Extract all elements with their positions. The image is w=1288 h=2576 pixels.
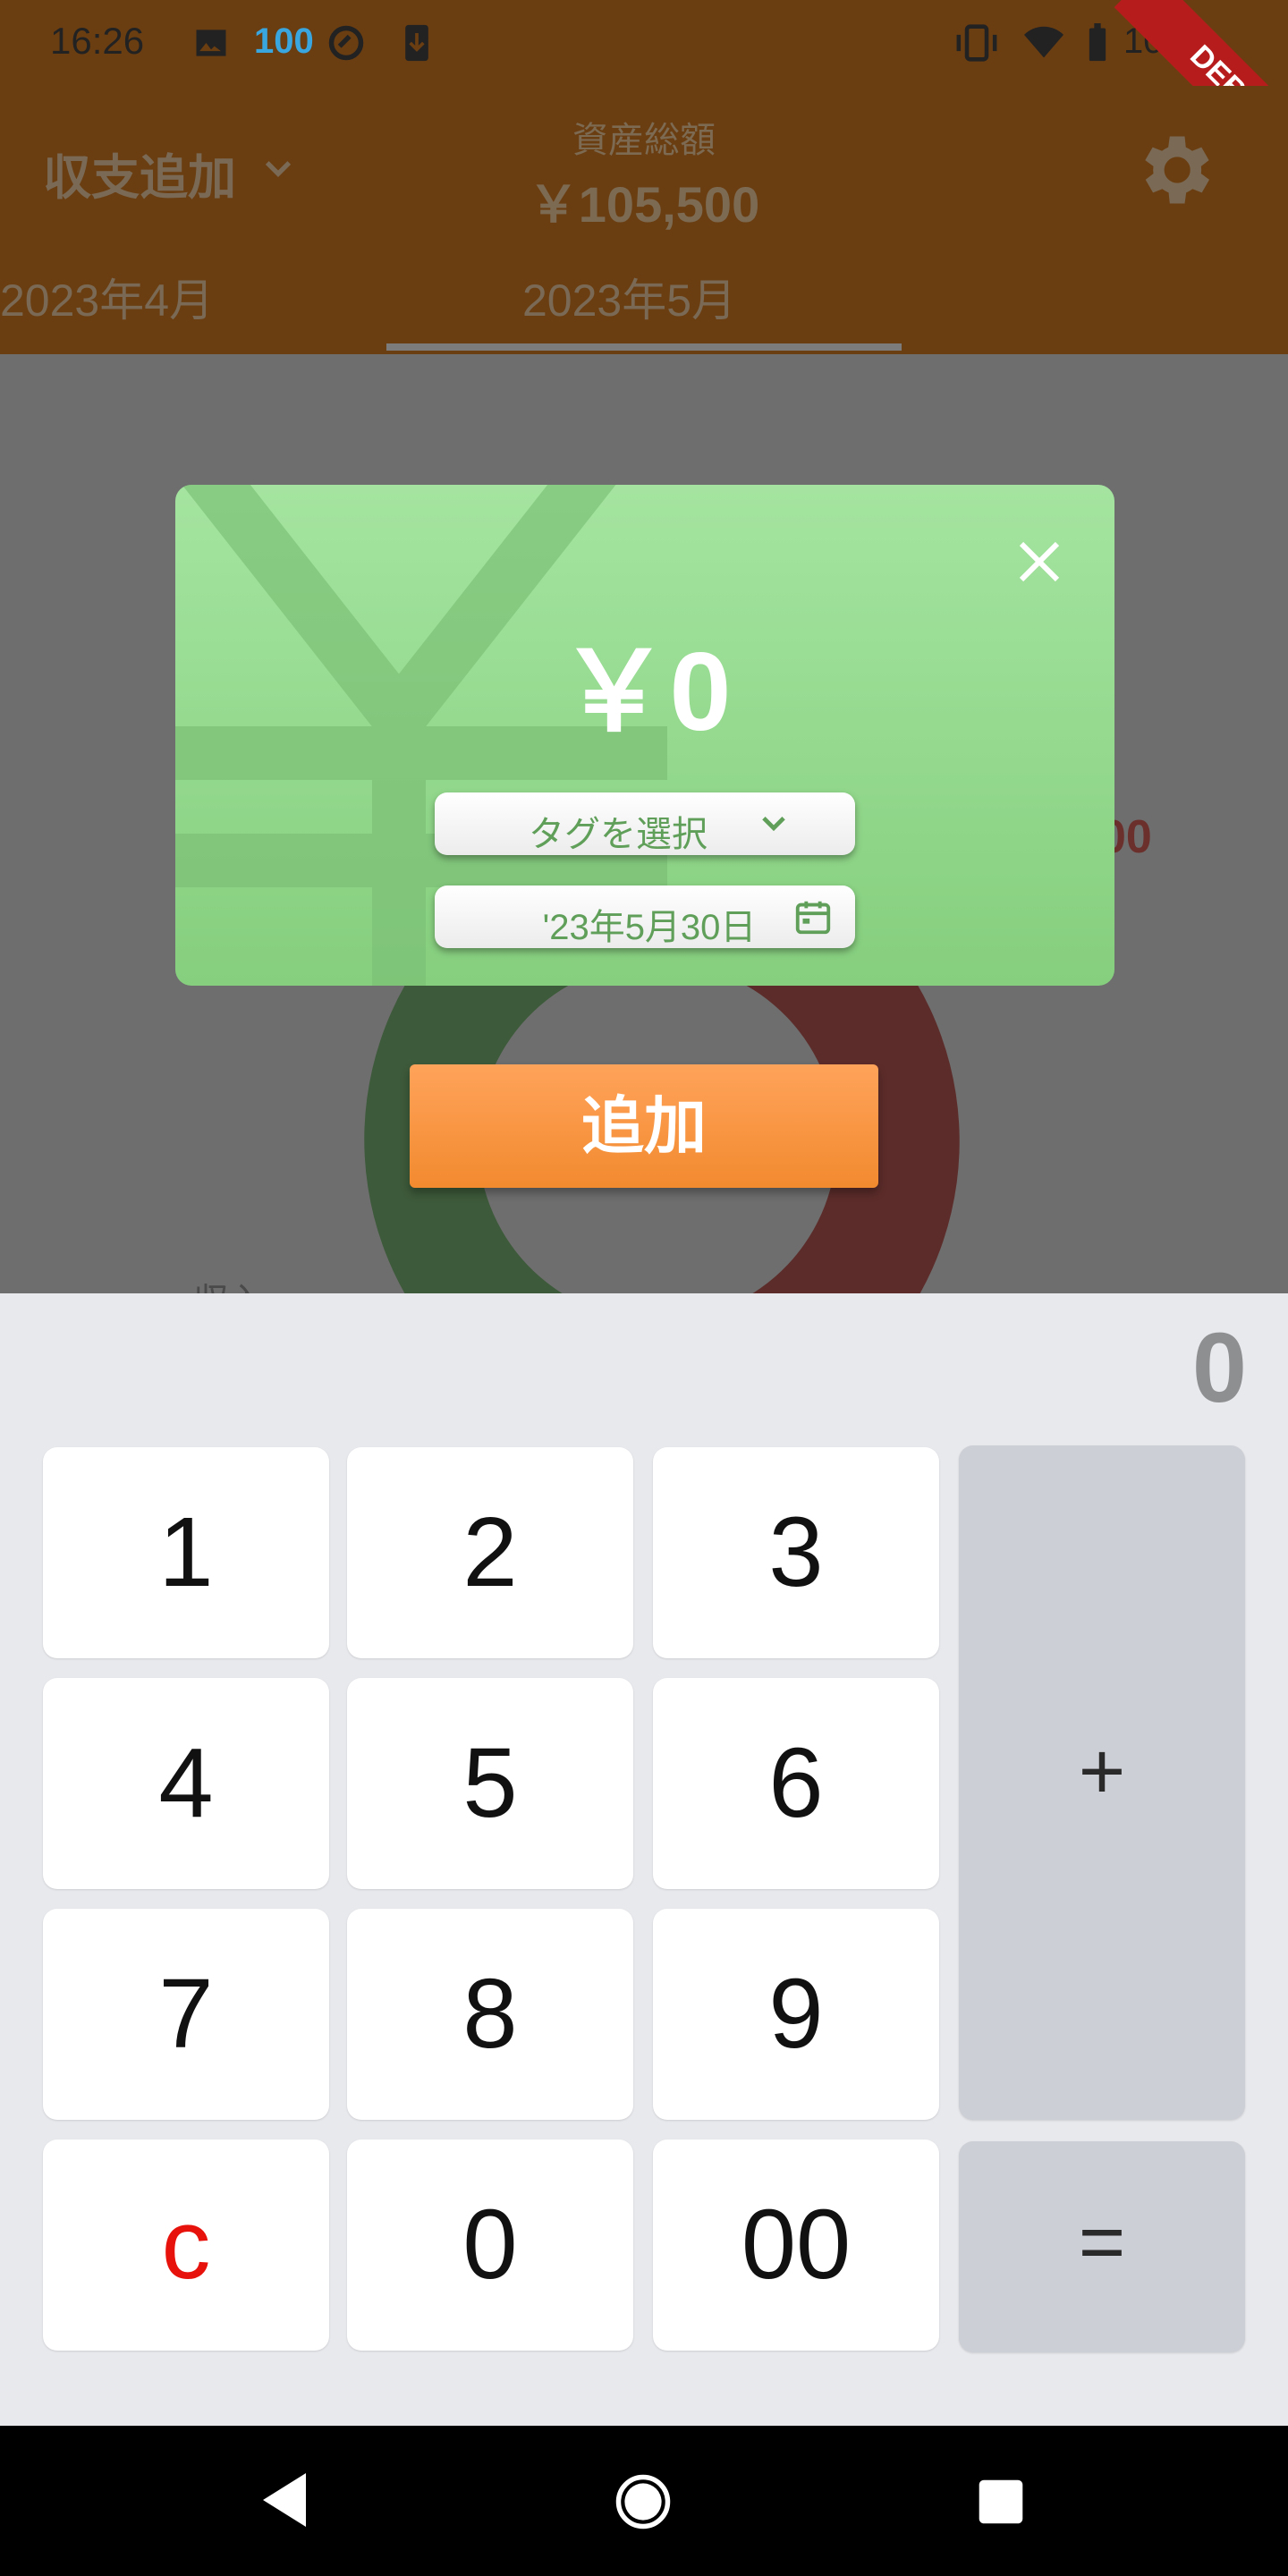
gear-icon[interactable] (1129, 125, 1218, 215)
tag-select-label: タグを選択 (529, 815, 708, 854)
back-icon[interactable] (258, 2470, 311, 2529)
close-icon[interactable] (1013, 535, 1066, 589)
key-8[interactable]: 8 (347, 1909, 633, 2120)
calculator-display: 0 (1191, 1313, 1247, 1423)
key-label: 7 (158, 1959, 214, 2069)
key-label: 2 (462, 1497, 518, 1607)
key-label: = (1078, 2198, 1126, 2287)
chevron-down-icon (762, 816, 785, 832)
add-button[interactable]: 追加 (410, 1064, 878, 1188)
calculator-keypad: 0 1 2 3 4 5 6 7 8 9 c 0 00 + = (0, 1293, 1288, 2426)
download-icon (405, 24, 428, 62)
image-icon (196, 30, 226, 56)
key-label: 8 (462, 1959, 518, 2069)
key-equals[interactable]: = (959, 2141, 1245, 2352)
key-9[interactable]: 9 (653, 1909, 939, 2120)
key-7[interactable]: 7 (43, 1909, 329, 2120)
calendar-icon (795, 901, 831, 935)
vibrate-icon (956, 24, 997, 62)
home-icon[interactable] (614, 2472, 673, 2531)
add-entry-dialog: ￥0 タグを選択 '23年5月30日 (175, 485, 1114, 986)
tag-select[interactable]: タグを選択 (435, 792, 855, 855)
key-label: 3 (768, 1497, 824, 1607)
tab-indicator (386, 343, 902, 351)
key-clear[interactable]: c (43, 2140, 329, 2351)
total-assets-label: 資産総額 (572, 121, 716, 160)
key-0[interactable]: 0 (347, 2140, 633, 2351)
key-label: 0 (462, 2190, 518, 2300)
key-1[interactable]: 1 (43, 1447, 329, 1658)
key-label: 9 (768, 1959, 824, 2069)
total-assets-value: ￥105,500 (528, 176, 760, 233)
key-6[interactable]: 6 (653, 1678, 939, 1889)
key-label: 4 (158, 1728, 214, 1838)
tab-2023-04[interactable]: 2023年4月 (0, 265, 214, 329)
key-label: 1 (158, 1497, 214, 1607)
navigation-bar (0, 2426, 1288, 2576)
status-time: 16:26 (50, 20, 145, 62)
key-label: 5 (462, 1728, 518, 1838)
key-4[interactable]: 4 (43, 1678, 329, 1889)
status-badge: 100 (254, 21, 314, 61)
app-bar: 収支追加 資産総額 ￥105,500 2023年4月 2023年5月 (0, 86, 1288, 354)
date-picker[interactable]: '23年5月30日 (435, 886, 855, 948)
key-label: 6 (768, 1728, 824, 1838)
key-label: c (161, 2190, 211, 2300)
key-00[interactable]: 00 (653, 2140, 939, 2351)
key-2[interactable]: 2 (347, 1447, 633, 1658)
key-3[interactable]: 3 (653, 1447, 939, 1658)
key-label: 00 (741, 2190, 852, 2300)
tab-2023-05[interactable]: 2023年5月 (522, 265, 736, 329)
partial-label: 収入 (193, 1272, 265, 1293)
key-label: + (1078, 1727, 1126, 1817)
recents-icon[interactable] (977, 2478, 1025, 2526)
amount-display: ￥0 (558, 631, 732, 754)
key-5[interactable]: 5 (347, 1678, 633, 1889)
sync-icon (328, 25, 364, 61)
key-plus[interactable]: + (959, 1445, 1245, 2120)
